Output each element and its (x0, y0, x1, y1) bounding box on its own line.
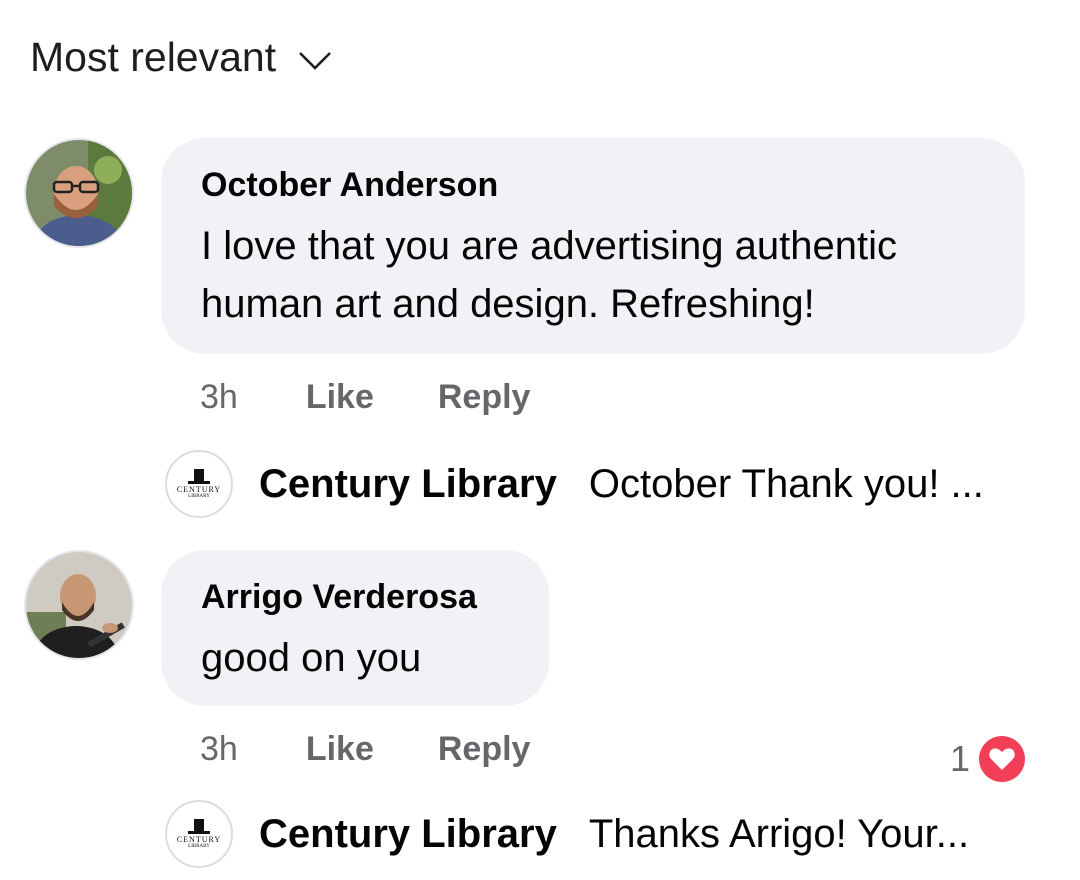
reaction-summary[interactable]: 1 (950, 735, 1026, 783)
sort-label: Most relevant (30, 34, 277, 80)
reply-button[interactable]: Reply (438, 730, 531, 769)
page-logo: CENTURY LIBRARY (165, 450, 233, 518)
reply-author: Century Library (259, 461, 557, 506)
page-logo: CENTURY LIBRARY (165, 800, 233, 868)
comment-actions: 3h Like Reply (200, 730, 530, 769)
logo-sub: LIBRARY (188, 844, 210, 849)
comment-time[interactable]: 3h (200, 378, 238, 417)
like-button[interactable]: Like (306, 730, 374, 769)
reply-author: Century Library (259, 811, 557, 856)
comment-bubble: Arrigo Verderosa good on you (161, 550, 549, 706)
reply-preview[interactable]: CENTURY LIBRARY Century Library Thanks A… (165, 800, 969, 868)
reaction-count: 1 (950, 738, 971, 779)
comment-text: good on you (201, 636, 422, 680)
heart-icon (979, 736, 1026, 782)
chevron-down-icon (299, 51, 332, 70)
reply-preview[interactable]: CENTURY LIBRARY Century Library October … (165, 450, 984, 518)
sort-dropdown[interactable]: Most relevant (30, 34, 332, 81)
comment-author[interactable]: Arrigo Verderosa (201, 578, 509, 617)
comment-text-line: human art and design. Refreshing! (201, 282, 815, 326)
comment-text-line: I love that you are advertising authenti… (201, 224, 897, 268)
top-hat-icon (188, 819, 210, 834)
comment-actions: 3h Like Reply (200, 378, 530, 417)
logo-word: CENTURY (176, 835, 222, 844)
reply-text: October Thank you! ... (588, 461, 984, 506)
avatar[interactable] (24, 138, 134, 248)
reply-button[interactable]: Reply (438, 378, 531, 417)
reply-text: Thanks Arrigo! Your... (588, 811, 970, 856)
logo-sub: LIBRARY (188, 494, 210, 499)
top-hat-icon (188, 469, 210, 484)
comment-author[interactable]: October Anderson (201, 166, 985, 205)
comment-time[interactable]: 3h (200, 730, 238, 769)
comment-bubble: October Anderson I love that you are adv… (161, 138, 1025, 354)
logo-word: CENTURY (176, 485, 222, 494)
like-button[interactable]: Like (306, 378, 374, 417)
avatar[interactable] (24, 550, 134, 660)
